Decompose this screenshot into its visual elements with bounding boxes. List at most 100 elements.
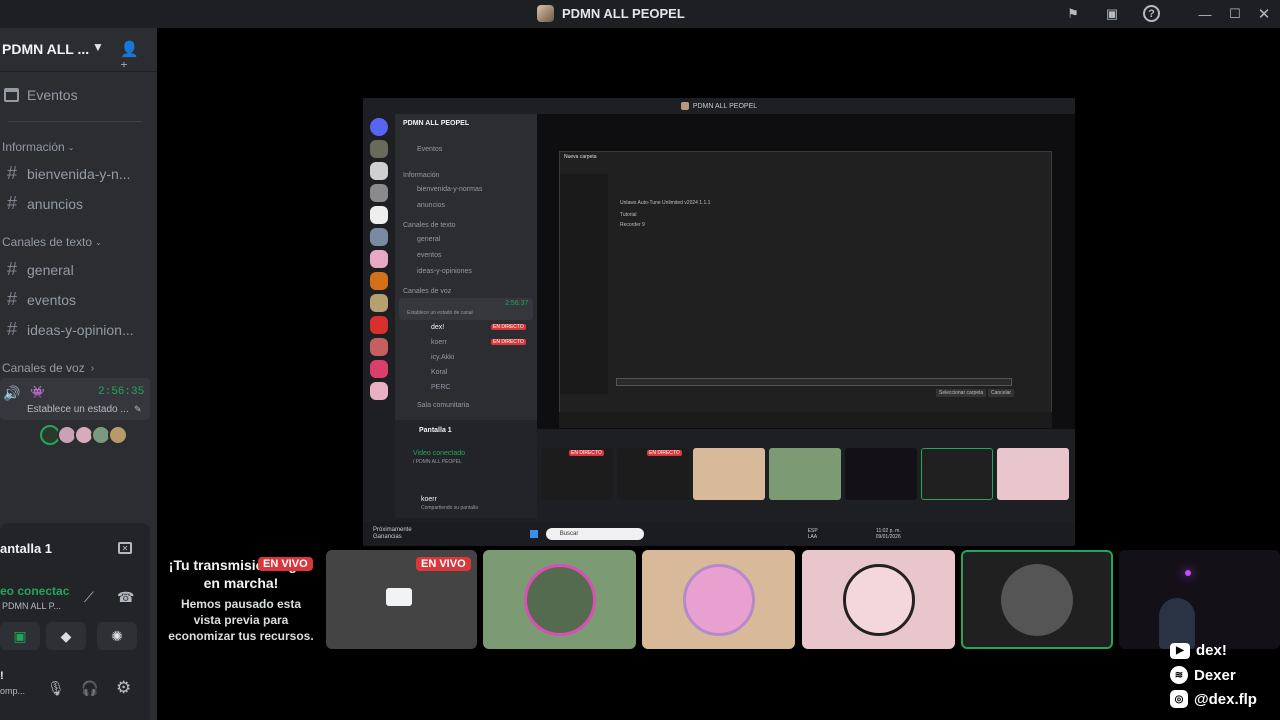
close-screen-icon[interactable]: ✕ <box>118 542 132 554</box>
clock-date: 09/01/2026 <box>875 534 901 540</box>
speaker-icon: 🔊 <box>3 385 21 401</box>
stream-channel: eventos <box>417 252 442 259</box>
webcam-tile[interactable] <box>1119 550 1280 649</box>
window-title: PDMN ALL PEOPEL <box>562 6 685 21</box>
channel-eventos[interactable]: # eventos <box>4 289 76 310</box>
youtube-icon: ▶ <box>1170 642 1190 659</box>
stream-guild-name: PDMN ALL PEOPEL <box>403 120 470 127</box>
stream-live-badge: EN DIRECTO <box>569 450 604 456</box>
chevron-right-icon: › <box>90 362 95 374</box>
server-icon <box>680 102 689 110</box>
hash-icon: # <box>6 289 17 309</box>
voice-status[interactable]: Establece un estado ... <box>27 404 129 415</box>
chevron-down-icon: ⌄ <box>67 142 75 152</box>
stream-taskbar: Próximamente Ganancias Buscar ESP LAA 11:0… <box>363 522 1075 546</box>
guild-icon <box>370 338 388 356</box>
signal-icon[interactable]: ⟋ <box>84 589 94 606</box>
dialog-title: Nueva carpeta <box>564 154 597 160</box>
events-label: Eventos <box>27 87 78 103</box>
calendar-icon <box>4 88 19 102</box>
shared-screen-stream[interactable]: PDMN ALL PEOPEL PDMN ALL PEOPEL Eventos … <box>363 98 1075 546</box>
stream-voice-user: koerr <box>431 339 447 346</box>
guild-header[interactable]: PDMN ALL ... ▼ 👤⁺ <box>0 28 157 76</box>
stream-events: Eventos <box>417 146 443 153</box>
category-voice[interactable]: Canales de voz › <box>2 361 94 375</box>
guild-icon <box>370 228 388 246</box>
settings-icon[interactable]: ⚙ <box>116 678 131 698</box>
stream-voice-user: Koral <box>431 369 448 376</box>
share-screen-button[interactable]: ▣ <box>0 622 40 650</box>
stream-file-dialog: Nueva carpeta Unlaws Auto-Tune Unlimited… <box>559 151 1052 413</box>
category-label: Información <box>2 140 65 154</box>
participant-tile[interactable] <box>483 550 636 649</box>
chevron-down-icon: ⌄ <box>95 237 102 247</box>
stream-titlebar: PDMN ALL PEOPEL <box>363 98 1075 114</box>
microphone-icon[interactable]: 🎙 <box>47 680 65 697</box>
pencil-icon[interactable]: ✎ <box>134 404 142 415</box>
channel-bienvenida[interactable]: # bienvenida-y-n... <box>4 163 131 184</box>
voice-channel[interactable]: 🔊 👾 2:56:35 Establece un estado ... ✎ <box>0 378 150 420</box>
stream-voice-user: icy.Akki <box>431 354 455 361</box>
instagram-icon: ◎ <box>1170 690 1188 708</box>
instagram-label: @dex.flp <box>1194 690 1257 708</box>
soundboard-button[interactable]: ✺ <box>97 622 137 650</box>
stream-category: Canales de texto <box>403 222 456 229</box>
hash-icon: # <box>6 259 17 279</box>
channel-ideas[interactable]: # ideas-y-opinion... <box>4 319 134 340</box>
dialog-save-button: Seleccionar carpeta <box>936 389 987 397</box>
channel-anuncios[interactable]: # anuncios <box>4 193 83 214</box>
help-icon[interactable]: ? <box>1143 5 1160 22</box>
stream-voice-user: dex! <box>431 324 445 331</box>
disconnect-icon[interactable]: ☎ <box>117 589 134 606</box>
close-icon[interactable]: ✕ <box>1255 5 1273 23</box>
minimize-icon[interactable]: — <box>1196 5 1214 23</box>
stream-guild-rail <box>363 114 395 518</box>
participant-tile-screen[interactable]: EN VIVO <box>326 550 477 649</box>
inbox-icon[interactable]: ▣ <box>1103 5 1121 23</box>
category-text[interactable]: Canales de texto ⌄ <box>2 235 102 249</box>
maximize-icon[interactable]: ☐ <box>1226 5 1244 23</box>
stream-thumb <box>997 448 1069 500</box>
channel-label: ideas-y-opinion... <box>27 321 134 338</box>
avatar <box>682 563 755 636</box>
stream-window-title: PDMN ALL PEOPEL <box>692 102 758 110</box>
guild-icon <box>370 360 388 378</box>
lang-label: LAA <box>807 534 818 540</box>
events-link[interactable]: Eventos <box>4 87 78 103</box>
hash-icon: # <box>6 319 17 339</box>
server-icon <box>537 5 554 22</box>
participant-tile-speaking[interactable] <box>961 550 1113 649</box>
flag-icon[interactable]: ⚑ <box>1064 5 1082 23</box>
category-info[interactable]: Información ⌄ <box>2 140 74 154</box>
stream-user-status: Compartiendo su pantalla <box>421 505 478 511</box>
avatar <box>1001 563 1073 636</box>
stream-channel: Sala comunitaria <box>417 402 470 409</box>
guild-icon <box>370 140 388 158</box>
video-connected-label: eo conectac <box>0 584 70 598</box>
stream-channel: bienvenida-y-normas <box>417 186 483 193</box>
participant-tile[interactable] <box>802 550 955 649</box>
channel-label: anuncios <box>27 195 84 212</box>
avatar[interactable] <box>108 425 128 445</box>
dialog-file-row: Tutorial <box>620 212 637 218</box>
discord-icon <box>370 118 388 136</box>
dialog-file-row: Recorder 9 <box>620 222 645 228</box>
voice-panel: antalla 1 ✕ eo conectac PDMN ALL P... ⟋ … <box>0 523 150 720</box>
screen-title: antalla 1 <box>0 541 53 556</box>
channel-general[interactable]: # general <box>4 259 74 280</box>
instagram-handle: ◎ @dex.flp <box>1170 690 1257 708</box>
stream-channel: anuncios <box>417 202 446 209</box>
headphones-icon[interactable]: 🎧 <box>81 680 98 697</box>
add-member-icon[interactable]: 👤⁺ <box>120 40 139 76</box>
stream-live-badge: EN DIRECTO <box>647 450 682 456</box>
notice-body: Hemos pausado esta vista previa para eco… <box>168 597 314 643</box>
activities-button[interactable]: ◆ <box>46 622 86 650</box>
guild-icon <box>370 272 388 290</box>
participant-tile[interactable] <box>642 550 795 649</box>
channel-label: general <box>27 261 74 278</box>
category-label: Canales de voz <box>2 361 85 375</box>
taskbar-widget-title: Próximamente <box>373 527 412 533</box>
screen-share-icon <box>386 588 412 606</box>
bot-icon: 👾 <box>30 385 45 399</box>
voice-timer: 2:56:35 <box>98 386 145 398</box>
